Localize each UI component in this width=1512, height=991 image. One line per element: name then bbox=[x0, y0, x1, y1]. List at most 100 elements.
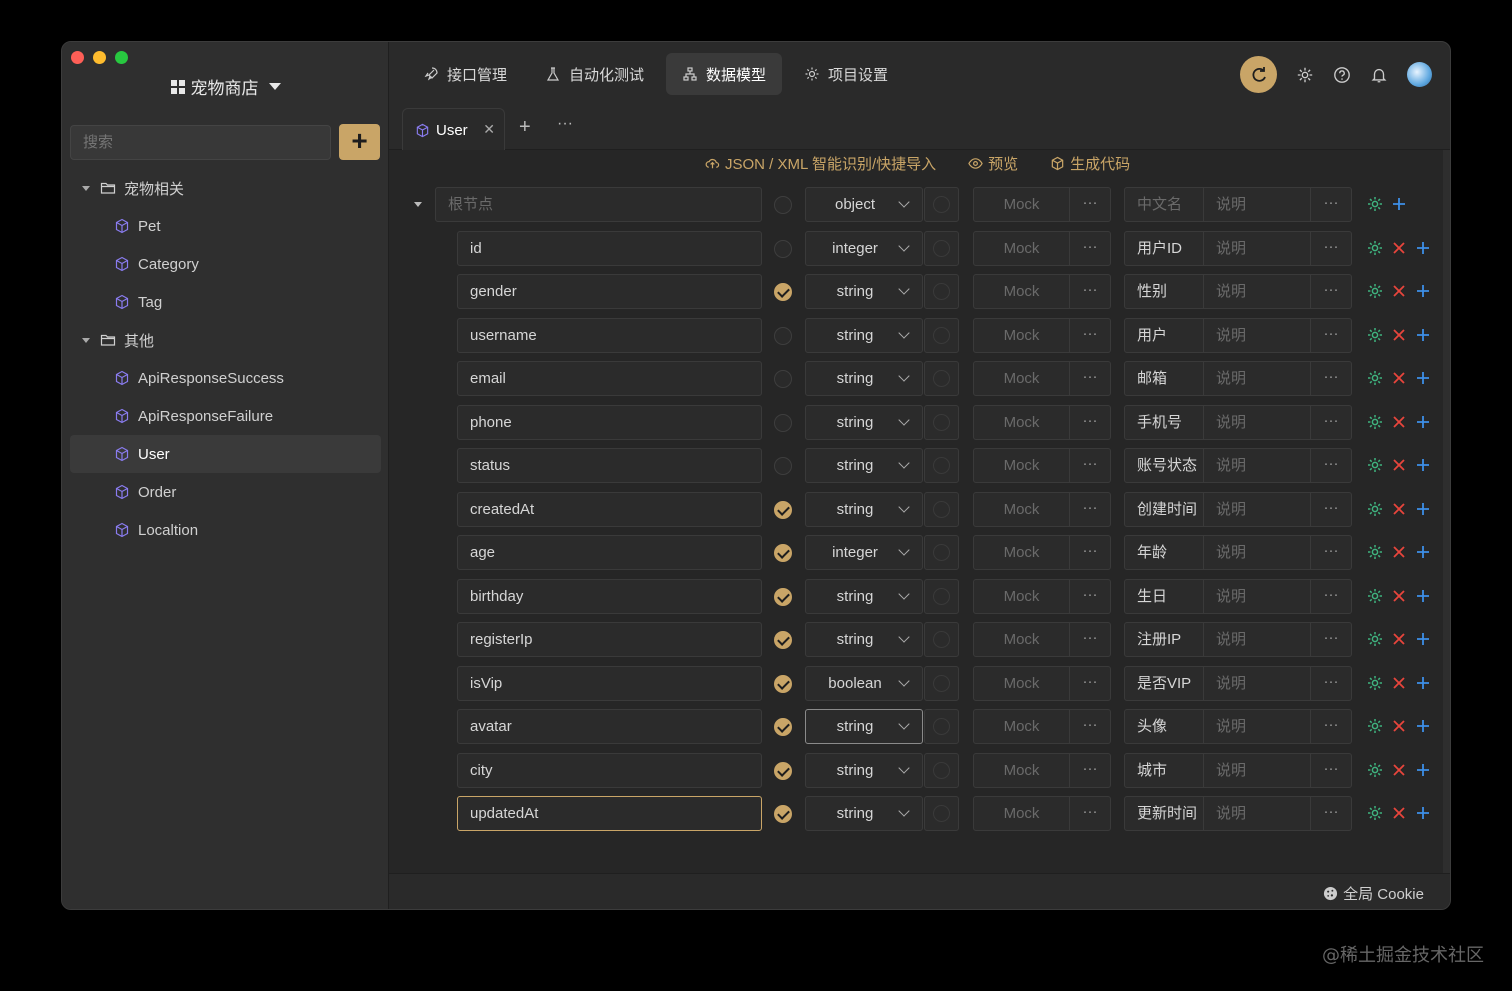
settings-gear-icon[interactable] bbox=[1296, 66, 1314, 84]
field-name-input[interactable]: avatar bbox=[457, 709, 762, 744]
chinese-name-input[interactable]: 用户ID bbox=[1124, 230, 1204, 266]
mock-input[interactable]: Mock bbox=[973, 317, 1070, 353]
required-checkbox[interactable] bbox=[774, 674, 792, 693]
folder-2[interactable]: 其他 bbox=[70, 321, 381, 359]
required-checkbox[interactable] bbox=[774, 457, 792, 475]
chinese-name-input[interactable]: 头像 bbox=[1124, 709, 1204, 744]
field-name-input[interactable]: email bbox=[457, 361, 762, 396]
field-settings-gear-icon[interactable] bbox=[1366, 195, 1384, 213]
field-settings-gear-icon[interactable] bbox=[1366, 543, 1384, 561]
minimize-window-button[interactable] bbox=[93, 51, 106, 64]
nullable-toggle[interactable] bbox=[924, 752, 959, 788]
model-item[interactable]: Order bbox=[70, 473, 381, 511]
field-settings-gear-icon[interactable] bbox=[1366, 282, 1384, 300]
mock-input[interactable]: Mock bbox=[973, 274, 1070, 309]
delete-field-x-icon[interactable] bbox=[1390, 239, 1408, 257]
mock-input[interactable]: Mock bbox=[973, 752, 1070, 788]
description-options-button[interactable]: ··· bbox=[1311, 752, 1352, 788]
description-input[interactable]: 说明 bbox=[1204, 317, 1311, 353]
delete-field-x-icon[interactable] bbox=[1390, 761, 1408, 779]
model-item[interactable]: User bbox=[70, 435, 381, 473]
type-select[interactable]: string bbox=[805, 752, 923, 788]
field-settings-gear-icon[interactable] bbox=[1366, 674, 1384, 692]
type-select[interactable]: string bbox=[805, 491, 923, 527]
description-input[interactable]: 说明 bbox=[1204, 752, 1311, 788]
add-field-plus-icon[interactable] bbox=[1414, 456, 1432, 474]
tab-more-button[interactable]: ··· bbox=[557, 115, 573, 133]
mock-options-button[interactable]: ··· bbox=[1070, 317, 1111, 353]
chinese-name-input[interactable]: 创建时间 bbox=[1124, 491, 1204, 527]
add-field-plus-icon[interactable] bbox=[1414, 804, 1432, 822]
mock-input[interactable]: Mock bbox=[973, 404, 1070, 440]
chinese-name-input[interactable]: 年龄 bbox=[1124, 535, 1204, 570]
description-input[interactable]: 说明 bbox=[1204, 796, 1311, 831]
mock-options-button[interactable]: ··· bbox=[1070, 404, 1111, 440]
chinese-name-input[interactable]: 邮箱 bbox=[1124, 361, 1204, 396]
field-name-input[interactable]: 根节点 bbox=[435, 187, 762, 222]
nullable-toggle[interactable] bbox=[924, 404, 959, 440]
nav-tab-3[interactable]: 数据模型 bbox=[666, 53, 783, 95]
type-select[interactable]: integer bbox=[805, 535, 923, 570]
add-field-plus-icon[interactable] bbox=[1414, 717, 1432, 735]
chinese-name-input[interactable]: 生日 bbox=[1124, 578, 1204, 614]
description-options-button[interactable]: ··· bbox=[1311, 404, 1352, 440]
mock-options-button[interactable]: ··· bbox=[1070, 230, 1111, 266]
nullable-toggle[interactable] bbox=[924, 317, 959, 353]
required-checkbox[interactable] bbox=[774, 196, 792, 214]
description-options-button[interactable]: ··· bbox=[1311, 578, 1352, 614]
required-checkbox[interactable] bbox=[774, 500, 792, 519]
field-name-input[interactable]: id bbox=[457, 230, 762, 266]
add-field-plus-icon[interactable] bbox=[1414, 326, 1432, 344]
type-select[interactable]: string bbox=[805, 317, 923, 353]
mock-input[interactable]: Mock bbox=[973, 796, 1070, 831]
field-name-input[interactable]: city bbox=[457, 752, 762, 788]
description-input[interactable]: 说明 bbox=[1204, 187, 1311, 222]
field-settings-gear-icon[interactable] bbox=[1366, 630, 1384, 648]
field-settings-gear-icon[interactable] bbox=[1366, 456, 1384, 474]
model-item[interactable]: Pet bbox=[70, 207, 381, 245]
add-child-plus-icon[interactable] bbox=[1390, 195, 1408, 213]
field-settings-gear-icon[interactable] bbox=[1366, 717, 1384, 735]
required-checkbox[interactable] bbox=[774, 370, 792, 388]
tab-user[interactable]: User ✕ bbox=[402, 108, 505, 151]
delete-field-x-icon[interactable] bbox=[1390, 326, 1408, 344]
description-input[interactable]: 说明 bbox=[1204, 491, 1311, 527]
chinese-name-input[interactable]: 性别 bbox=[1124, 274, 1204, 309]
new-tab-button[interactable]: + bbox=[519, 116, 531, 139]
expand-caret-icon[interactable] bbox=[82, 185, 90, 191]
mock-input[interactable]: Mock bbox=[973, 709, 1070, 744]
add-field-plus-icon[interactable] bbox=[1414, 413, 1432, 431]
maximize-window-button[interactable] bbox=[115, 51, 128, 64]
expand-caret-icon[interactable] bbox=[82, 337, 90, 343]
nullable-toggle[interactable] bbox=[924, 665, 959, 701]
mock-input[interactable]: Mock bbox=[973, 665, 1070, 701]
description-options-button[interactable]: ··· bbox=[1311, 491, 1352, 527]
nav-tab-2[interactable]: 自动化测试 bbox=[529, 53, 660, 95]
description-options-button[interactable]: ··· bbox=[1311, 535, 1352, 570]
description-options-button[interactable]: ··· bbox=[1311, 709, 1352, 744]
nullable-toggle[interactable] bbox=[924, 187, 959, 222]
type-select[interactable]: string bbox=[805, 622, 923, 657]
field-name-input[interactable]: createdAt bbox=[457, 491, 762, 527]
nullable-toggle[interactable] bbox=[924, 448, 959, 483]
field-settings-gear-icon[interactable] bbox=[1366, 369, 1384, 387]
mock-input[interactable]: Mock bbox=[973, 622, 1070, 657]
mock-input[interactable]: Mock bbox=[973, 535, 1070, 570]
chinese-name-input[interactable]: 是否VIP bbox=[1124, 665, 1204, 701]
mock-input[interactable]: Mock bbox=[973, 187, 1070, 222]
mock-input[interactable]: Mock bbox=[973, 491, 1070, 527]
required-checkbox[interactable] bbox=[774, 805, 792, 823]
mock-options-button[interactable]: ··· bbox=[1070, 622, 1111, 657]
description-input[interactable]: 说明 bbox=[1204, 665, 1311, 701]
add-field-plus-icon[interactable] bbox=[1414, 239, 1432, 257]
nullable-toggle[interactable] bbox=[924, 709, 959, 744]
project-switcher[interactable]: 宠物商店 bbox=[62, 74, 389, 99]
user-avatar[interactable] bbox=[1407, 62, 1432, 87]
field-name-input[interactable]: username bbox=[457, 317, 762, 353]
delete-field-x-icon[interactable] bbox=[1390, 804, 1408, 822]
description-options-button[interactable]: ··· bbox=[1311, 796, 1352, 831]
field-name-input[interactable]: isVip bbox=[457, 665, 762, 701]
search-input[interactable] bbox=[70, 125, 331, 160]
add-field-plus-icon[interactable] bbox=[1414, 630, 1432, 648]
field-name-input[interactable]: gender bbox=[457, 274, 762, 309]
